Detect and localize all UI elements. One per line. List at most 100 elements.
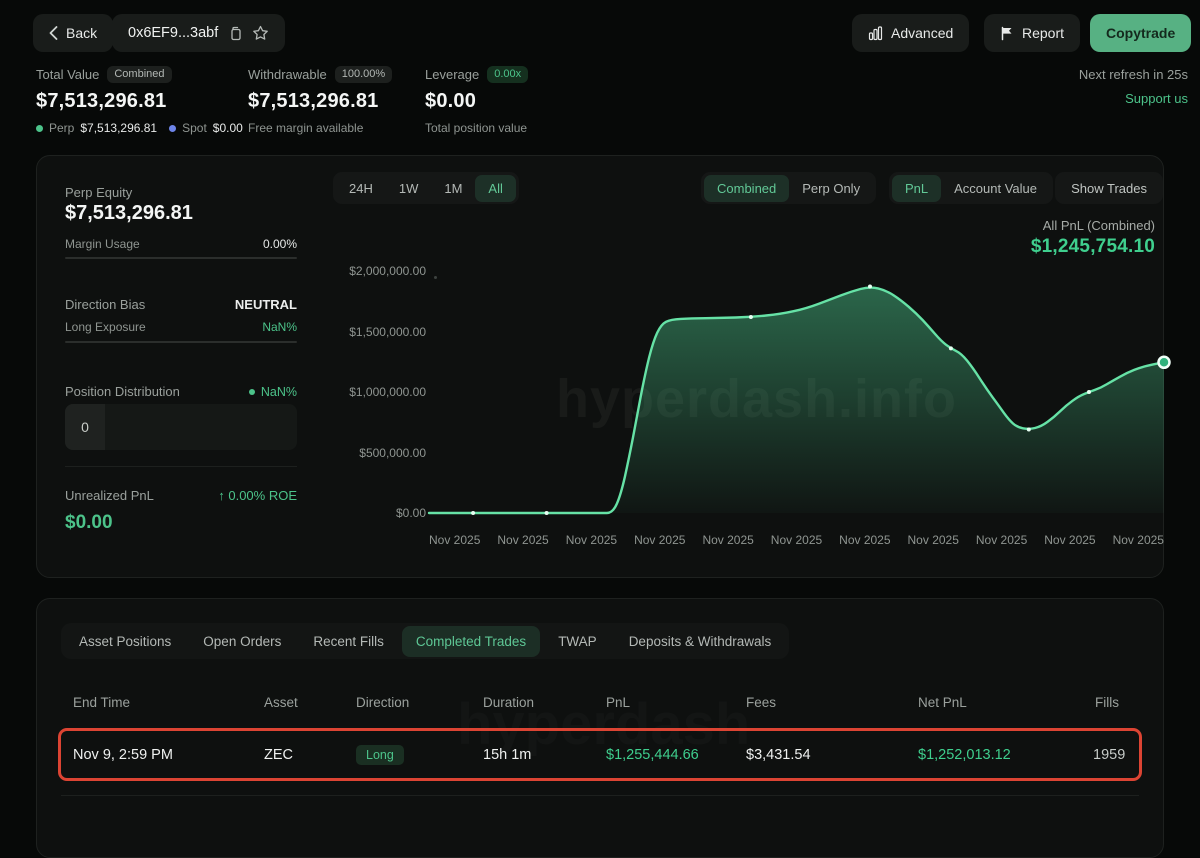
trades-panel: hyperdash Asset Positions Open Orders Re… (36, 598, 1164, 858)
tab-asset-positions[interactable]: Asset Positions (65, 626, 185, 657)
spot-label: Spot (182, 121, 207, 135)
all-pnl-label: All PnL (Combined) (1043, 218, 1155, 233)
bottom-tabs: Asset Positions Open Orders Recent Fills… (61, 623, 789, 659)
pnl-chart-svg[interactable] (429, 271, 1164, 513)
col-duration: Duration (483, 695, 606, 710)
copy-icon[interactable] (228, 26, 242, 41)
spot-dot (169, 125, 176, 132)
withdrawable-stat: Withdrawable 100.00% $7,513,296.81 Free … (248, 66, 392, 135)
overview-panel: Perp Equity $7,513,296.81 Margin Usage 0… (36, 155, 1164, 578)
cell-net-pnl: $1,252,013.12 (918, 747, 1093, 763)
x-axis-label: Nov 2025 (1044, 533, 1095, 547)
leverage-sub: Total position value (425, 121, 527, 135)
col-fees: Fees (746, 695, 918, 710)
back-label: Back (66, 25, 97, 41)
col-end-time: End Time (73, 695, 264, 710)
y-tick: $0.00 (396, 506, 426, 520)
pnl-area (429, 288, 1164, 513)
data-point-dot (1027, 428, 1031, 432)
y-tick: $500,000.00 (359, 446, 426, 460)
flag-icon (1000, 26, 1014, 41)
tab-account-value[interactable]: Account Value (941, 175, 1050, 202)
cell-fills: 1959 (1093, 747, 1133, 763)
col-fills: Fills (1093, 695, 1127, 710)
tab-combined[interactable]: Combined (704, 175, 789, 202)
x-axis-label: Nov 2025 (908, 533, 959, 547)
col-net-pnl: Net PnL (918, 695, 1093, 710)
next-refresh-text: Next refresh in 25s (968, 67, 1188, 82)
data-point-dot (545, 511, 549, 515)
x-axis-label: Nov 2025 (702, 533, 753, 547)
perp-value: $7,513,296.81 (80, 121, 157, 135)
tab-perp-only[interactable]: Perp Only (789, 175, 873, 202)
row-divider (61, 795, 1139, 796)
cell-duration: 15h 1m (483, 747, 606, 763)
withdrawable-badge: 100.00% (335, 66, 392, 83)
y-tick: $1,000,000.00 (349, 385, 426, 399)
tab-completed-trades[interactable]: Completed Trades (402, 626, 540, 657)
copytrade-label: Copytrade (1106, 25, 1175, 41)
mode-tabs: Combined Perp Only (701, 172, 876, 204)
copytrade-button[interactable]: Copytrade (1090, 14, 1191, 52)
direction-badge: Long (356, 745, 404, 766)
report-button[interactable]: Report (984, 14, 1080, 52)
perp-dot (36, 125, 43, 132)
total-value-amount: $7,513,296.81 (36, 90, 243, 113)
col-asset: Asset (264, 695, 356, 710)
withdrawable-label: Withdrawable (248, 67, 327, 82)
data-point-dot (949, 346, 953, 350)
back-button[interactable]: Back (33, 14, 113, 52)
perp-label: Perp (49, 121, 74, 135)
report-label: Report (1022, 25, 1064, 41)
show-trades-button[interactable]: Show Trades (1055, 172, 1163, 204)
pnl-endpoint-dot (1159, 357, 1170, 368)
leverage-amount: $0.00 (425, 90, 528, 113)
cell-asset: ZEC (264, 747, 356, 763)
tab-all[interactable]: All (475, 175, 515, 202)
support-us-link[interactable]: Support us (968, 91, 1188, 106)
total-value-stat: Total Value Combined $7,513,296.81 Perp … (36, 66, 243, 135)
trades-table-header: End Time Asset Direction Duration PnL Fe… (73, 695, 1127, 710)
x-axis-label: Nov 2025 (634, 533, 685, 547)
x-axis-label: Nov 2025 (497, 533, 548, 547)
data-point-dot (471, 511, 475, 515)
withdrawable-sub: Free margin available (248, 121, 363, 135)
favorite-star-icon[interactable] (252, 25, 269, 41)
y-tick: $2,000,000.00 (349, 264, 426, 278)
tab-deposits-withdrawals[interactable]: Deposits & Withdrawals (615, 626, 786, 657)
cell-end-time: Nov 9, 2:59 PM (73, 747, 264, 763)
table-row[interactable]: Nov 9, 2:59 PM ZEC Long 15h 1m $1,255,44… (73, 731, 1127, 779)
x-axis-label: Nov 2025 (771, 533, 822, 547)
tab-1m[interactable]: 1M (431, 175, 475, 202)
x-axis-label: Nov 2025 (566, 533, 617, 547)
data-point-dot (868, 285, 872, 289)
combined-badge: Combined (107, 66, 171, 83)
x-axis-label: Nov 2025 (1113, 533, 1164, 547)
leverage-badge: 0.00x (487, 66, 528, 83)
col-pnl: PnL (606, 695, 746, 710)
x-axis-label: Nov 2025 (839, 533, 890, 547)
x-axis-label: Nov 2025 (976, 533, 1027, 547)
y-tick: $1,500,000.00 (349, 325, 426, 339)
tab-recent-fills[interactable]: Recent Fills (299, 626, 398, 657)
advanced-label: Advanced (891, 25, 953, 41)
leverage-label: Leverage (425, 67, 479, 82)
tab-open-orders[interactable]: Open Orders (189, 626, 295, 657)
all-pnl-value: $1,245,754.10 (1031, 236, 1155, 258)
leverage-stat: Leverage 0.00x $0.00 Total position valu… (425, 66, 528, 135)
tab-pnl[interactable]: PnL (892, 175, 941, 202)
col-direction: Direction (356, 695, 483, 710)
wallet-address: 0x6EF9...3abf (128, 25, 218, 41)
data-point-dot (1087, 390, 1091, 394)
tab-twap[interactable]: TWAP (544, 626, 611, 657)
metric-tabs: PnL Account Value (889, 172, 1053, 204)
wallet-address-pill[interactable]: 0x6EF9...3abf (112, 14, 285, 52)
bar-chart-icon (868, 26, 883, 41)
cell-fees: $3,431.54 (746, 747, 918, 763)
withdrawable-amount: $7,513,296.81 (248, 90, 392, 113)
advanced-button[interactable]: Advanced (852, 14, 969, 52)
cell-pnl: $1,255,444.66 (606, 747, 746, 763)
x-axis-label: Nov 2025 (429, 533, 480, 547)
total-value-label: Total Value (36, 67, 99, 82)
data-point-dot (749, 315, 753, 319)
